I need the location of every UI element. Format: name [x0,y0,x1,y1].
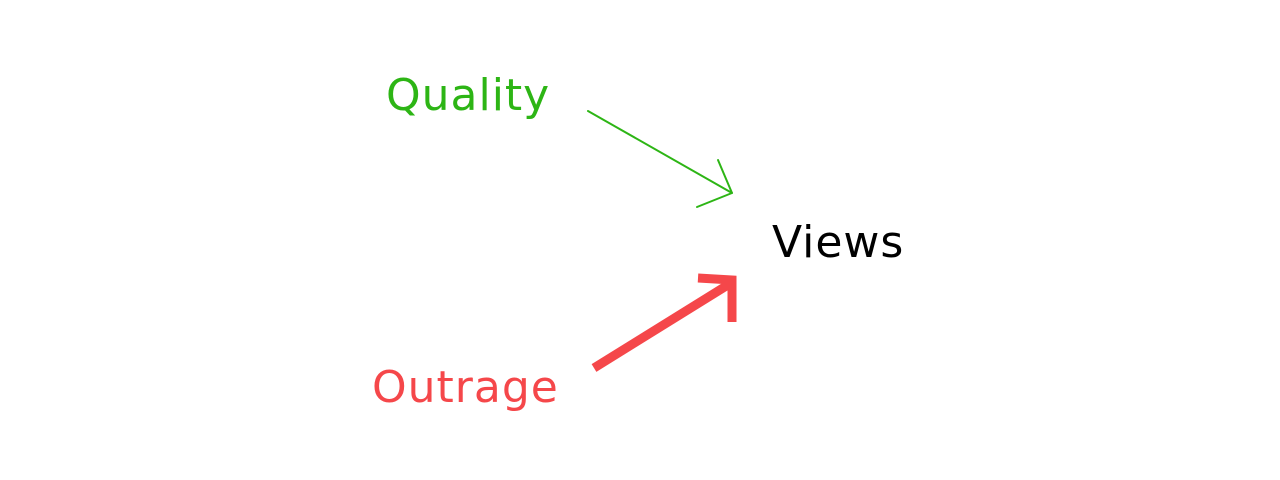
node-outrage: Outrage [372,362,559,413]
arrow-shaft [591,279,734,372]
edge-quality-to-views [587,110,733,208]
node-quality: Quality [386,70,550,121]
arrow-shaft [587,110,733,194]
edge-outrage-to-views [591,273,737,372]
causal-diagram: Quality Outrage Views [372,70,904,413]
node-views: Views [772,217,904,268]
